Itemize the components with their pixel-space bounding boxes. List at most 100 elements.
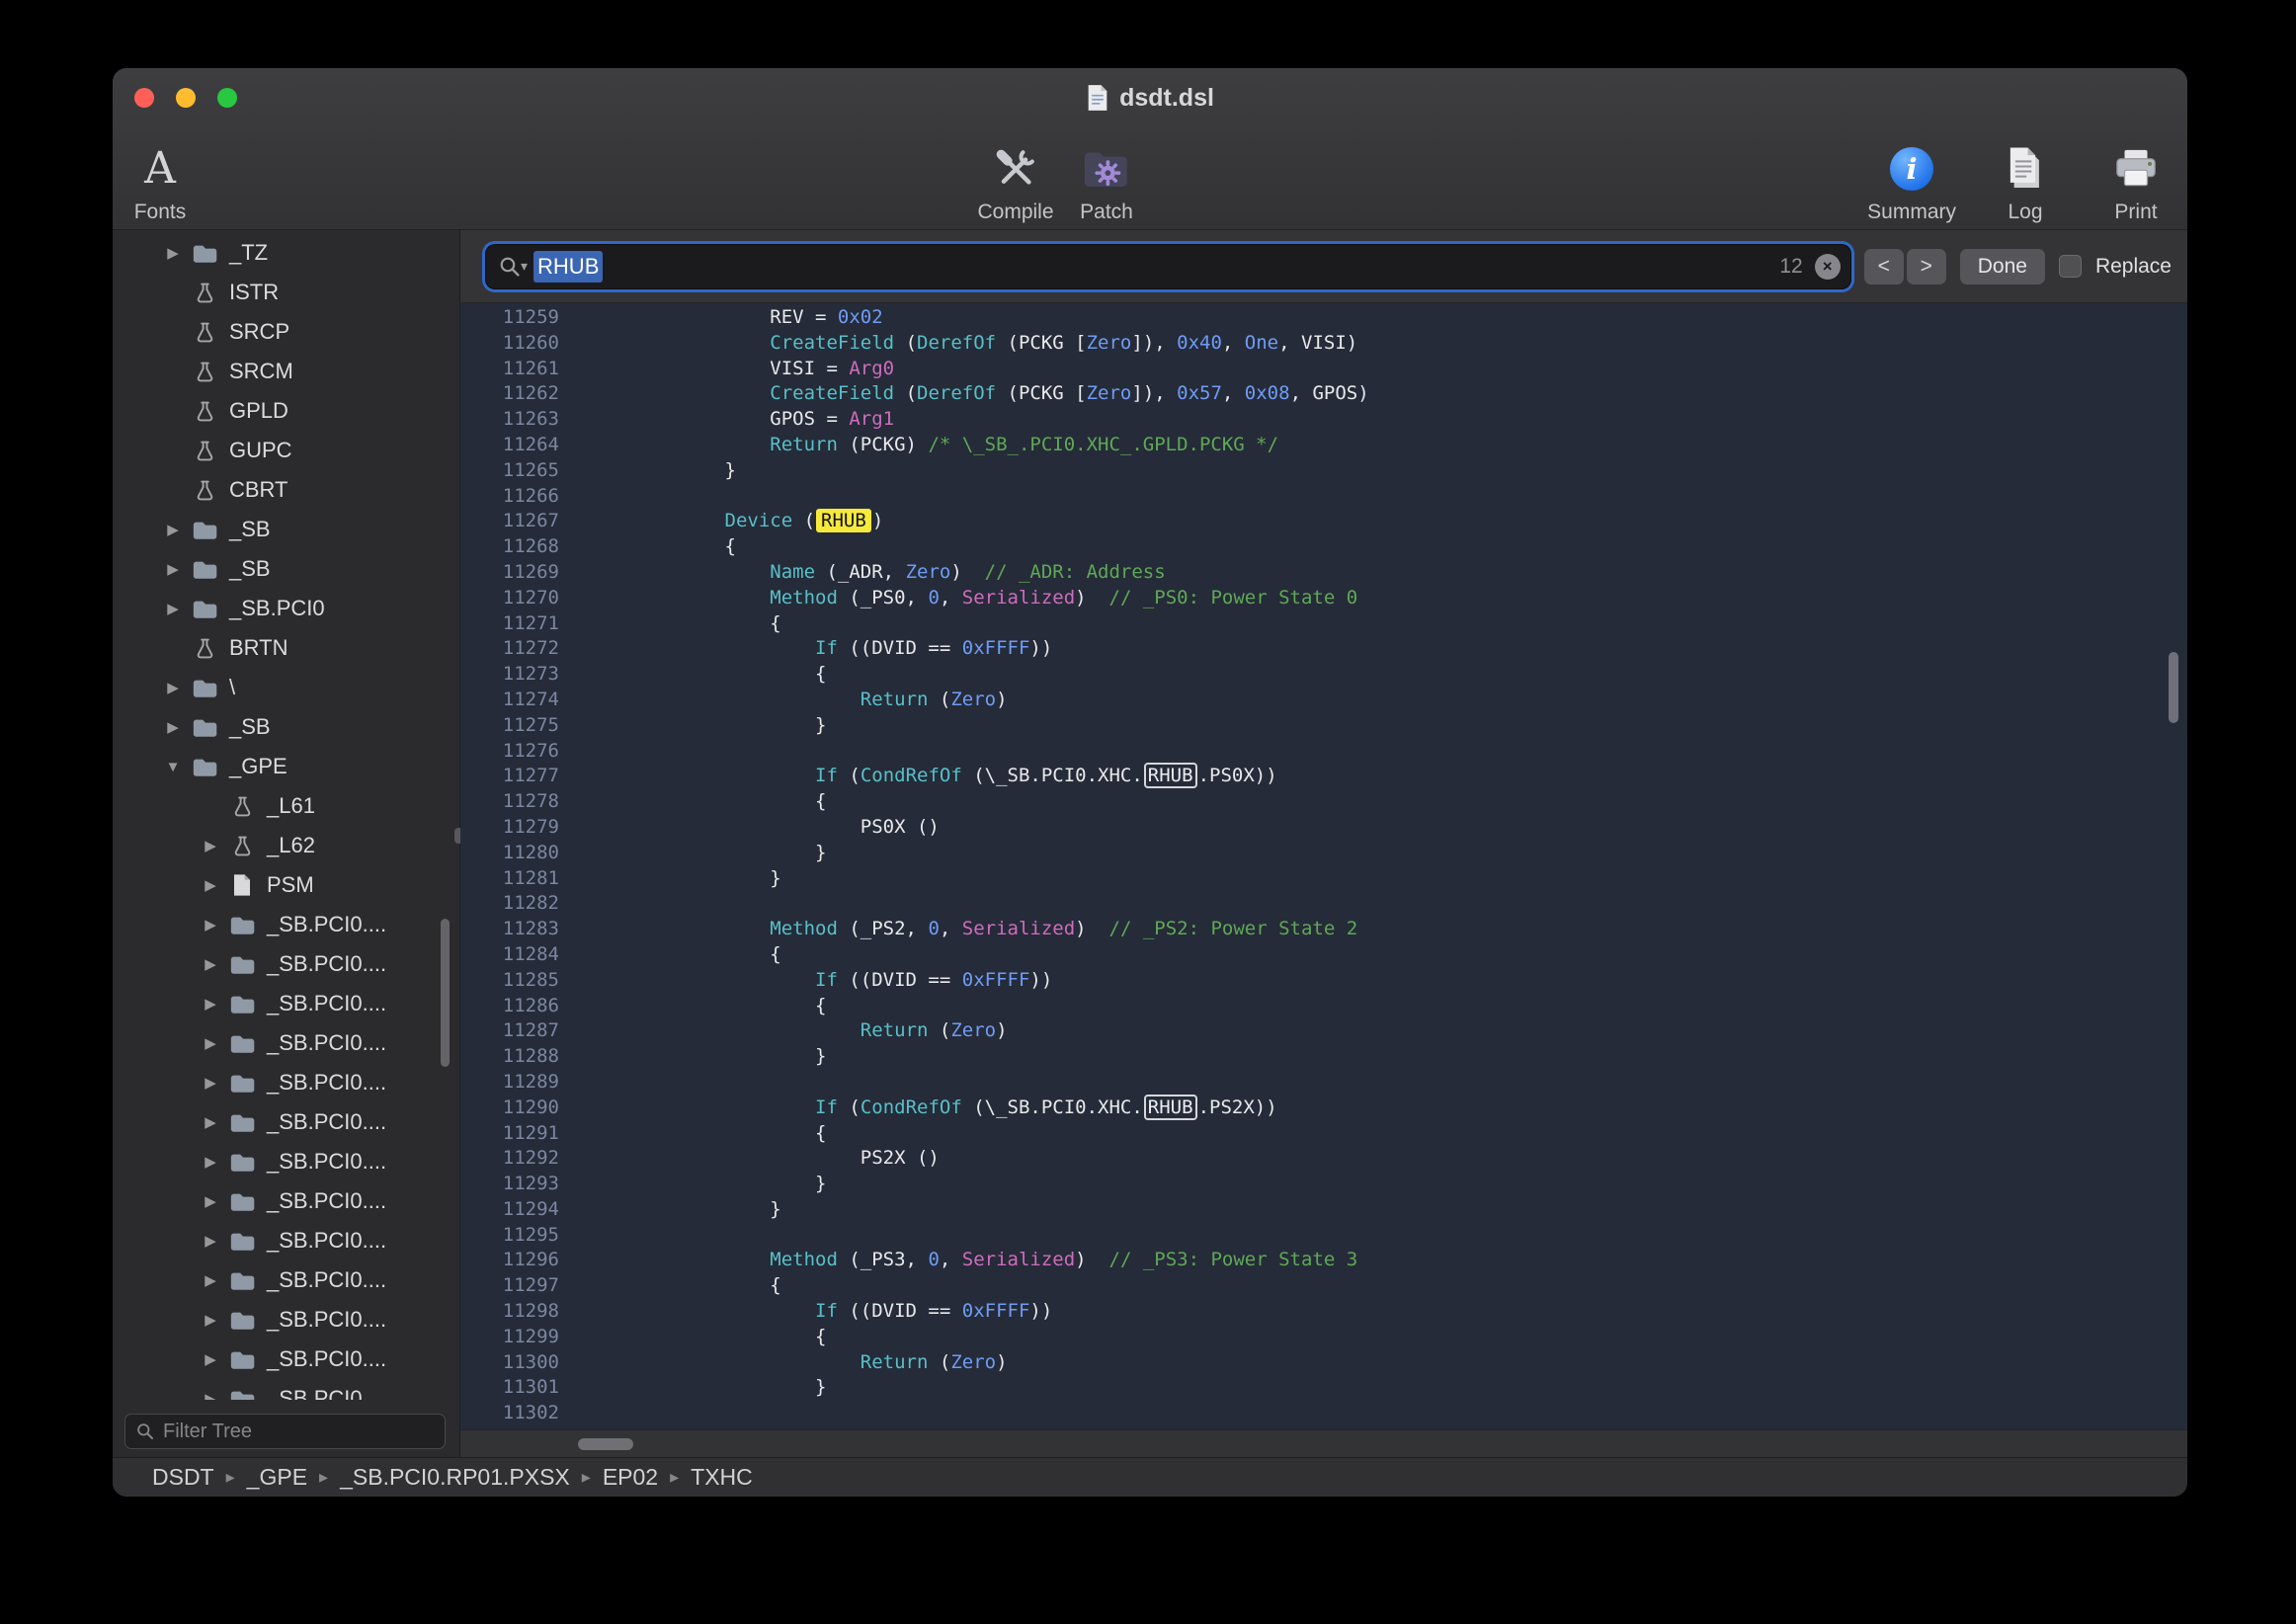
disclosure-triangle[interactable]: ▶ xyxy=(194,1311,227,1329)
tree-item[interactable]: GPLD xyxy=(113,391,459,431)
disclosure-triangle[interactable]: ▶ xyxy=(194,1034,227,1052)
line-number: 11268 xyxy=(460,534,577,560)
disclosure-triangle[interactable]: ▶ xyxy=(194,876,227,894)
code-line: 11295 xyxy=(460,1223,2187,1249)
tree-item[interactable]: ▶_SB.PCI0 xyxy=(113,1379,459,1400)
tree-item-label: ISTR xyxy=(229,280,279,305)
disclosure-triangle[interactable]: ▶ xyxy=(194,1192,227,1210)
line-number: 11266 xyxy=(460,484,577,510)
code-line: 11277 If (CondRefOf (\_SB.PCI0.XHC.RHUB.… xyxy=(460,764,2187,789)
tree-item[interactable]: ▶_SB xyxy=(113,510,459,549)
search-icon[interactable]: ▾ xyxy=(498,255,528,279)
method-icon xyxy=(227,793,257,819)
tree-item[interactable]: ▶PSM xyxy=(113,865,459,905)
summary-button[interactable]: i Summary xyxy=(1867,127,1956,224)
code-line: 11269 Name (_ADR, Zero) // _ADR: Address xyxy=(460,560,2187,586)
disclosure-triangle[interactable]: ▶ xyxy=(194,1350,227,1368)
replace-checkbox[interactable] xyxy=(2059,255,2082,278)
find-next-button[interactable]: > xyxy=(1907,249,1946,284)
tree-item[interactable]: SRCP xyxy=(113,312,459,352)
log-button[interactable]: Log xyxy=(1984,127,2067,224)
tree-item[interactable]: ISTR xyxy=(113,273,459,312)
breadcrumb-item[interactable]: TXHC xyxy=(691,1464,753,1491)
tree-item[interactable]: _L61 xyxy=(113,786,459,826)
breadcrumb-item[interactable]: EP02 xyxy=(603,1464,658,1491)
folder-icon xyxy=(227,1386,257,1400)
tree-item-label: _SB.PCI0.... xyxy=(267,1070,386,1096)
sidebar-scrollbar[interactable] xyxy=(441,919,450,1067)
tree-item[interactable]: ▶_SB.PCI0.... xyxy=(113,1102,459,1142)
compile-button[interactable]: Compile xyxy=(974,127,1057,224)
tree-item[interactable]: ▶_SB xyxy=(113,707,459,747)
disclosure-triangle[interactable]: ▶ xyxy=(156,600,190,617)
code-editor[interactable]: 11259 REV = 0x0211260 CreateField (Deref… xyxy=(460,303,2187,1429)
patch-button[interactable]: Patch xyxy=(1065,127,1148,224)
disclosure-triangle[interactable]: ▶ xyxy=(194,1153,227,1171)
tree-item[interactable]: ▶_SB.PCI0.... xyxy=(113,1181,459,1221)
tree-item[interactable]: ▶_SB.PCI0.... xyxy=(113,1260,459,1300)
line-number: 11277 xyxy=(460,764,577,789)
tree-item[interactable]: ▶_SB.PCI0.... xyxy=(113,905,459,944)
filter-tree-input[interactable] xyxy=(163,1421,435,1443)
fonts-button[interactable]: A Fonts xyxy=(119,127,202,224)
disclosure-triangle[interactable]: ▶ xyxy=(194,1271,227,1289)
disclosure-triangle[interactable]: ▶ xyxy=(194,1074,227,1092)
tree-item[interactable]: ▶_SB.PCI0.... xyxy=(113,1300,459,1340)
tree-item[interactable]: ▶_SB.PCI0 xyxy=(113,589,459,628)
disclosure-triangle[interactable]: ▶ xyxy=(156,718,190,736)
disclosure-triangle[interactable]: ▶ xyxy=(194,995,227,1013)
tree-item[interactable]: ▶_SB.PCI0.... xyxy=(113,1023,459,1063)
disclosure-triangle[interactable]: ▶ xyxy=(194,1113,227,1131)
folder-icon xyxy=(190,517,219,542)
print-button[interactable]: Print xyxy=(2094,127,2177,224)
sidebar: ▶_TZISTRSRCPSRCMGPLDGUPCCBRT▶_SB▶_SB▶_SB… xyxy=(113,230,460,1457)
disclosure-triangle[interactable]: ▶ xyxy=(156,560,190,578)
tree-item[interactable]: ▶ _SB.PCI0.... xyxy=(113,1063,459,1102)
breadcrumb-item[interactable]: _GPE xyxy=(247,1464,307,1491)
disclosure-triangle[interactable]: ▶ xyxy=(194,837,227,854)
breadcrumb-item[interactable]: DSDT xyxy=(152,1464,214,1491)
tree-item[interactable]: ▶_SB.PCI0.... xyxy=(113,984,459,1023)
disclosure-triangle[interactable]: ▶ xyxy=(156,679,190,696)
tree-item[interactable]: GUPC xyxy=(113,431,459,470)
tree-item[interactable]: ▶\ xyxy=(113,668,459,707)
tree-item[interactable]: ▶_SB.PCI0.... xyxy=(113,1142,459,1181)
tree-item[interactable]: ▶_SB.PCI0.... xyxy=(113,1340,459,1379)
find-previous-button[interactable]: < xyxy=(1864,249,1904,284)
tree-item[interactable]: SRCM xyxy=(113,352,459,391)
code-line: 11297 { xyxy=(460,1273,2187,1299)
disclosure-triangle[interactable]: ▶ xyxy=(156,521,190,538)
disclosure-triangle[interactable]: ▶ xyxy=(156,244,190,262)
tree-item[interactable]: BRTN xyxy=(113,628,459,668)
clear-search-button[interactable]: × xyxy=(1815,254,1841,280)
editor-horizontal-scrollbar[interactable] xyxy=(578,1438,633,1450)
tree-item[interactable]: ▶_L62 xyxy=(113,826,459,865)
window-title-text: dsdt.dsl xyxy=(1119,84,1214,113)
disclosure-triangle[interactable]: ▶ xyxy=(194,1232,227,1250)
tree-item-label: SRCP xyxy=(229,319,289,345)
tree-item[interactable]: CBRT xyxy=(113,470,459,510)
code-line: 11285 If ((DVID == 0xFFFF)) xyxy=(460,968,2187,994)
search-match: RHUB xyxy=(1144,1095,1197,1120)
breadcrumb-item[interactable]: _SB.PCI0.RP01.PXSX xyxy=(340,1464,570,1491)
disclosure-triangle[interactable]: ▶ xyxy=(194,955,227,973)
code-line: 11281 } xyxy=(460,866,2187,892)
disclosure-triangle[interactable]: ▼ xyxy=(156,759,190,775)
filter-tree-field[interactable] xyxy=(124,1414,446,1449)
tree-item[interactable]: ▶_SB xyxy=(113,549,459,589)
tree-item[interactable]: ▶_SB.PCI0.... xyxy=(113,944,459,984)
disclosure-triangle[interactable]: ▶ xyxy=(194,916,227,934)
method-icon xyxy=(190,319,219,345)
search-field[interactable]: ▾ RHUB 12 × xyxy=(486,245,1850,288)
fonts-label: Fonts xyxy=(134,201,187,224)
breadcrumb: DSDT▸_GPE▸_SB.PCI0.RP01.PXSX▸EP02▸TXHC xyxy=(152,1464,753,1491)
disclosure-triangle[interactable]: ▶ xyxy=(194,1390,227,1400)
editor-vertical-scrollbar[interactable] xyxy=(2169,652,2178,723)
tree-item[interactable]: ▶_TZ xyxy=(113,233,459,273)
done-button[interactable]: Done xyxy=(1960,249,2045,284)
tree-item[interactable]: ▼_GPE xyxy=(113,747,459,786)
tree-item[interactable]: ▶_SB.PCI0.... xyxy=(113,1221,459,1260)
window-titlebar[interactable]: dsdt.dsl xyxy=(113,68,2187,127)
document-icon xyxy=(1086,84,1109,112)
code-line: 11268 { xyxy=(460,534,2187,560)
